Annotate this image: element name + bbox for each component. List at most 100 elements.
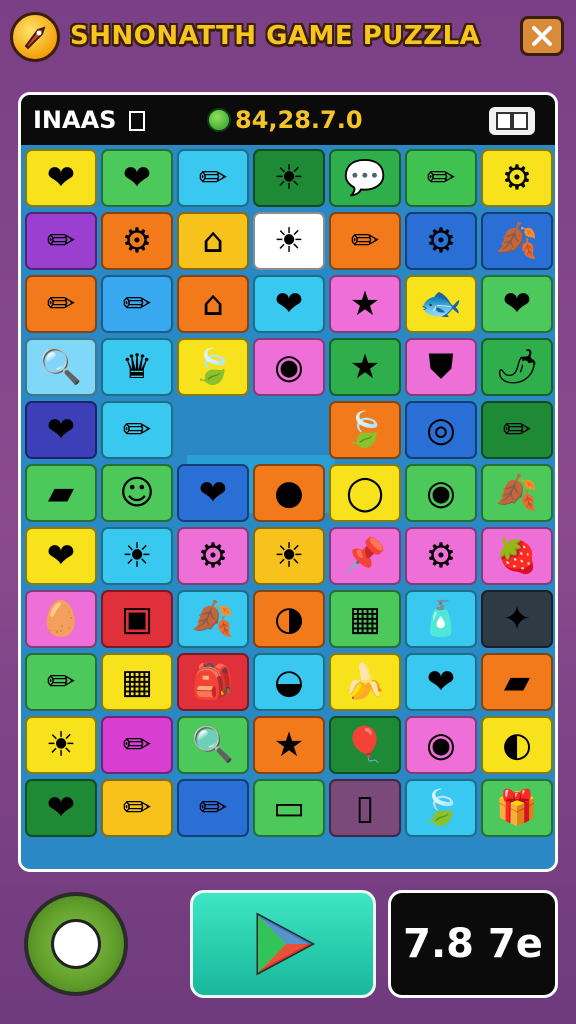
tile-map-pin-icon[interactable]: ◉ — [405, 464, 477, 522]
house-icon: ⌂ — [202, 221, 224, 261]
tile-clock-icon[interactable]: ◉ — [405, 716, 477, 774]
sun-icon: ☀ — [273, 536, 305, 576]
tile-cogwheel-icon[interactable]: ⚙ — [101, 212, 173, 270]
tile-heart-icon[interactable]: ❤ — [25, 401, 97, 459]
frame-icon: ▣ — [120, 599, 154, 639]
tile-gear-icon[interactable]: ⚙ — [177, 527, 249, 585]
tile-pin-icon[interactable]: 📌 — [329, 527, 401, 585]
tile-bag-icon[interactable]: 🎒 — [177, 653, 249, 711]
tile-pencil-icon[interactable]: ✏ — [177, 779, 249, 837]
tile-leaf-icon[interactable]: 🍂 — [177, 590, 249, 648]
play-icon — [256, 912, 316, 976]
tile-sun-icon[interactable]: ☀ — [253, 149, 325, 207]
tile-sun-icon[interactable]: ☀ — [25, 716, 97, 774]
menu-button[interactable] — [489, 107, 535, 135]
tile-pencil-icon[interactable]: ✏ — [405, 149, 477, 207]
tile-pencil-icon[interactable]: ✏ — [329, 212, 401, 270]
gear-icon: ⚙ — [425, 221, 457, 261]
tile-leaf-icon[interactable]: 🍃 — [177, 338, 249, 396]
tile-star-icon[interactable]: ★ — [329, 275, 401, 333]
tile-egg-icon[interactable]: 🥚 — [25, 590, 97, 648]
tile-house-icon[interactable]: ⌂ — [177, 275, 249, 333]
tile-cat-face-icon[interactable]: ☺ — [101, 464, 173, 522]
bonus-badge[interactable] — [24, 892, 128, 996]
pencil-icon: ✏ — [502, 410, 532, 450]
wheel-icon: ◎ — [426, 410, 456, 450]
tile-heart-icon[interactable]: ❤ — [405, 653, 477, 711]
heart-icon: ❤ — [46, 536, 76, 576]
tile-pencil-icon[interactable]: ✏ — [101, 401, 173, 459]
tile-sun-icon[interactable]: ☀ — [253, 527, 325, 585]
play-button[interactable] — [190, 890, 376, 998]
tile-eraser-icon[interactable]: ▰ — [481, 653, 553, 711]
tile-banana-icon[interactable]: 🍌 — [329, 653, 401, 711]
tile-gear-icon[interactable]: ⚙ — [405, 212, 477, 270]
tile-gift-icon[interactable]: 🎁 — [481, 779, 553, 837]
tile-gear-icon[interactable]: ⚙ — [405, 527, 477, 585]
tile-shield-icon[interactable]: ⛊ — [405, 338, 477, 396]
tile-leaf-icon[interactable]: 🍃 — [329, 401, 401, 459]
tile-box-icon[interactable]: ▭ — [253, 779, 325, 837]
pencil-icon: ✏ — [198, 788, 228, 828]
tile-eraser-icon[interactable]: ▰ — [25, 464, 97, 522]
tile-pencil-icon[interactable]: ✏ — [25, 212, 97, 270]
tile-magnifier-icon[interactable]: 🔍 — [25, 338, 97, 396]
tile-leaf-icon[interactable]: 🍂 — [481, 464, 553, 522]
tile-heart-icon[interactable]: ❤ — [177, 464, 249, 522]
tile-shell-icon[interactable]: ◐ — [481, 716, 553, 774]
magnifier-icon: 🔍 — [191, 725, 235, 765]
clock-icon: ◉ — [426, 725, 456, 765]
can-icon: ▯ — [355, 788, 375, 828]
tile-sun-icon[interactable]: ☀ — [253, 212, 325, 270]
tile-ball-icon[interactable]: ◑ — [253, 590, 325, 648]
cat-face-icon: ☺ — [119, 473, 155, 513]
tile-frame-icon[interactable]: ▣ — [101, 590, 173, 648]
tile-pencil-icon[interactable]: ✏ — [101, 716, 173, 774]
tile-pencil-icon[interactable]: ✏ — [25, 275, 97, 333]
close-button[interactable] — [520, 16, 564, 56]
tile-sparkle-icon[interactable]: ✦ — [481, 590, 553, 648]
gear-icon: ⚙ — [197, 536, 229, 576]
tile-speech-bubble-icon[interactable]: 💬 — [329, 149, 401, 207]
tile-leaf-icon[interactable]: 🍃 — [405, 779, 477, 837]
tile-heart-icon[interactable]: ❤ — [25, 149, 97, 207]
tile-wheel-icon[interactable]: ◎ — [405, 401, 477, 459]
tile-house-icon[interactable]: ⌂ — [177, 212, 249, 270]
tile-pencil-icon[interactable]: ✏ — [101, 275, 173, 333]
pencil-icon: ✏ — [122, 788, 152, 828]
tile-sun-icon[interactable]: ☀ — [101, 527, 173, 585]
tile-balloon-icon[interactable]: 🎈 — [329, 716, 401, 774]
tile-ring-icon[interactable]: ◉ — [253, 338, 325, 396]
tile-star-icon[interactable]: ★ — [253, 716, 325, 774]
tile-ball-icon[interactable]: ● — [253, 464, 325, 522]
tile-pepper-icon[interactable]: 🌶 — [481, 338, 553, 396]
leaf-icon: 🍂 — [191, 599, 235, 639]
tile-heart-icon[interactable]: ❤ — [481, 275, 553, 333]
tile-seed-icon[interactable]: ◒ — [253, 653, 325, 711]
tile-bottle-icon[interactable]: 🧴 — [405, 590, 477, 648]
tile-pencil-icon[interactable]: ✏ — [481, 401, 553, 459]
tile-heart-icon[interactable]: ❤ — [25, 527, 97, 585]
tile-heart-icon[interactable]: ❤ — [253, 275, 325, 333]
tile-magnifier-icon[interactable]: 🔍 — [177, 716, 249, 774]
tile-pencil-icon[interactable]: ✏ — [101, 779, 173, 837]
heart-icon: ❤ — [274, 284, 304, 324]
tile-ring-icon[interactable]: ◯ — [329, 464, 401, 522]
magnifier-icon: 🔍 — [39, 347, 83, 387]
tile-strawberry-icon[interactable]: 🍓 — [481, 527, 553, 585]
tile-cube-icon[interactable]: ▦ — [101, 653, 173, 711]
tile-box-icon[interactable]: ▦ — [329, 590, 401, 648]
tile-pencil-icon[interactable]: ✏ — [25, 653, 97, 711]
tile-leaf-icon[interactable]: 🍂 — [481, 212, 553, 270]
heart-icon: ❤ — [46, 158, 76, 198]
tile-crown-icon[interactable]: ♛ — [101, 338, 173, 396]
tile-heart-icon[interactable]: ❤ — [25, 779, 97, 837]
speech-bubble-icon: 💬 — [343, 158, 387, 198]
tile-gear-icon[interactable]: ⚙ — [481, 149, 553, 207]
sun-icon: ☀ — [273, 158, 305, 198]
tile-fish-icon[interactable]: 🐟 — [405, 275, 477, 333]
tile-can-icon[interactable]: ▯ — [329, 779, 401, 837]
tile-pencil-icon[interactable]: ✏ — [177, 149, 249, 207]
tile-heart-icon[interactable]: ❤ — [101, 149, 173, 207]
tile-star-icon[interactable]: ★ — [329, 338, 401, 396]
